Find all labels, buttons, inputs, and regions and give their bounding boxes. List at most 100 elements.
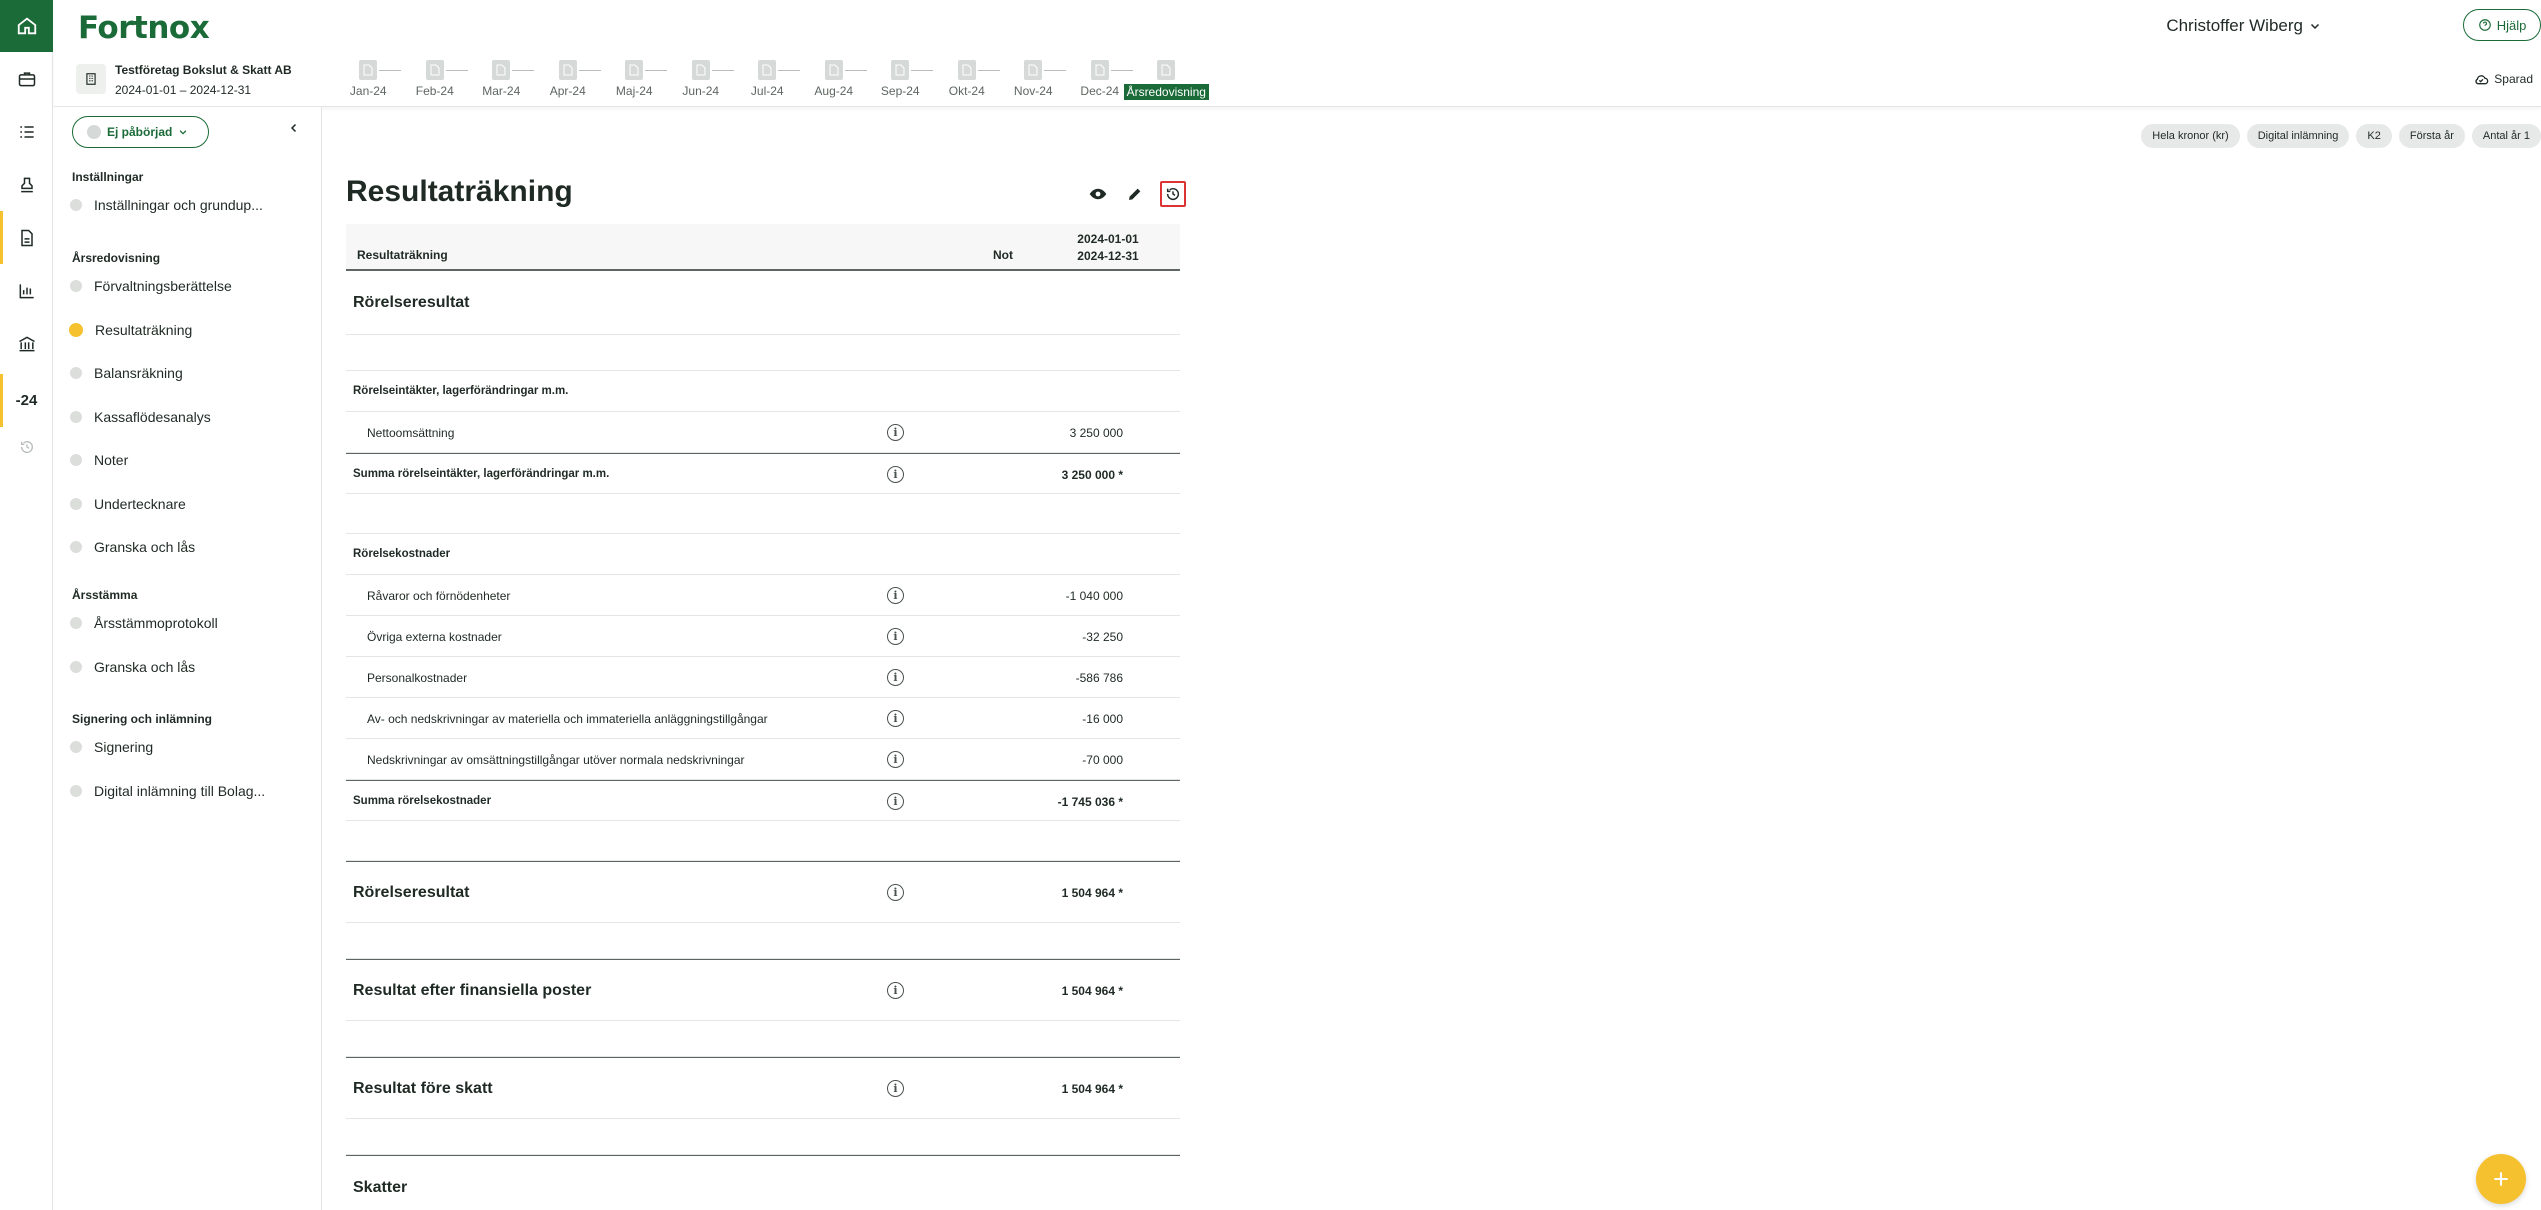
table-row[interactable]: Rörelseresultat i 1 504 964 * xyxy=(346,861,1180,923)
info-icon[interactable]: i xyxy=(887,884,904,901)
month-label: Maj-24 xyxy=(615,84,653,98)
month-6[interactable]: Jul-24 xyxy=(734,60,801,98)
info-icon[interactable]: i xyxy=(887,982,904,999)
sidebar-item[interactable]: Förvaltningsberättelse xyxy=(68,276,232,296)
rail-list[interactable] xyxy=(0,105,53,158)
table-row[interactable]: Nedskrivningar av omsättningstillgångar … xyxy=(346,739,1180,780)
table-row xyxy=(346,1021,1180,1057)
month-2[interactable]: Mar-24 xyxy=(468,60,535,98)
report-toolbar xyxy=(1086,181,1186,207)
month-1[interactable]: Feb-24 xyxy=(402,60,469,98)
table-row[interactable]: Personalkostnader i -586 786 xyxy=(346,657,1180,698)
briefcase-icon xyxy=(18,71,35,86)
info-icon[interactable]: i xyxy=(887,668,904,686)
info-icon[interactable]: i xyxy=(887,423,904,441)
rail-stamp[interactable] xyxy=(0,158,53,211)
sidebar-item[interactable]: Årsstämmoprotokoll xyxy=(68,613,218,633)
info-icon[interactable]: i xyxy=(887,750,904,768)
table-row[interactable]: Av- och nedskrivningar av materiella och… xyxy=(346,698,1180,739)
month-doc-icon xyxy=(758,60,777,80)
help-button[interactable]: Hjälp xyxy=(2463,9,2541,41)
month-10[interactable]: Nov-24 xyxy=(1000,60,1067,98)
rail-chart[interactable] xyxy=(0,264,53,317)
table-row[interactable]: Råvaror och förnödenheter i -1 040 000 xyxy=(346,575,1180,616)
table-row[interactable]: Summa rörelsekostnader i -1 745 036 * xyxy=(346,780,1180,821)
building-icon xyxy=(86,73,96,85)
status-bullet-icon xyxy=(70,280,82,292)
row-label: Av- och nedskrivningar av materiella och… xyxy=(367,711,768,726)
sidebar-item[interactable]: Digital inlämning till Bolag... xyxy=(68,781,265,801)
row-label: Skatter xyxy=(353,1179,408,1196)
row-label: Rörelseresultat xyxy=(353,884,470,901)
month-8[interactable]: Sep-24 xyxy=(867,60,934,98)
settings-tag[interactable]: Antal år 1 xyxy=(2471,124,2541,148)
sidebar-item-label: Granska och lås xyxy=(94,539,196,555)
settings-tag[interactable]: Hela kronor (kr) xyxy=(2141,124,2240,148)
status-dropdown[interactable]: Ej påbörjad xyxy=(72,116,209,148)
month-5[interactable]: Jun-24 xyxy=(668,60,735,98)
rail-bank[interactable] xyxy=(0,317,53,370)
month-3[interactable]: Apr-24 xyxy=(535,60,602,98)
sidebar-item[interactable]: Granska och lås xyxy=(68,657,195,677)
table-row[interactable]: Resultat före skatt i 1 504 964 * xyxy=(346,1057,1180,1119)
edit-button[interactable] xyxy=(1123,182,1147,206)
month-0[interactable]: Jan-24 xyxy=(335,60,402,98)
table-row[interactable]: Rörelseresultat xyxy=(346,271,1180,335)
row-value: 1 504 964 * xyxy=(1061,886,1123,900)
history-button[interactable] xyxy=(1160,181,1186,207)
fortnox-logo[interactable]: Fortnox xyxy=(78,10,210,46)
month-12[interactable]: Årsredovisning xyxy=(1123,60,1209,100)
saved-label: Sparad xyxy=(2494,72,2533,86)
month-connector xyxy=(1110,70,1133,71)
month-connector xyxy=(1044,70,1066,71)
company-button[interactable] xyxy=(76,64,106,94)
month-9[interactable]: Okt-24 xyxy=(934,60,1001,98)
help-icon xyxy=(2478,19,2491,31)
table-row[interactable]: Summa rörelseintäkter, lagerförändringar… xyxy=(346,453,1180,494)
home-button[interactable] xyxy=(0,0,53,52)
table-row[interactable]: Övriga externa kostnader i -32 250 xyxy=(346,616,1180,657)
sidebar-item[interactable]: Kassaflödesanalys xyxy=(68,407,211,427)
row-label: Råvaror och förnödenheter xyxy=(367,588,511,603)
month-label: Aug-24 xyxy=(814,84,854,98)
add-button[interactable] xyxy=(2476,1154,2526,1204)
settings-tag[interactable]: Första år xyxy=(2398,124,2465,148)
sidebar-item[interactable]: Balansräkning xyxy=(68,363,183,383)
settings-tag[interactable]: Digital inlämning xyxy=(2246,124,2350,148)
sidebar-item[interactable]: Inställningar och grundup... xyxy=(68,195,263,215)
table-row[interactable]: Nettoomsättning i 3 250 000 xyxy=(346,412,1180,453)
table-row[interactable]: Resultat efter finansiella poster i 1 504 … xyxy=(346,959,1180,1021)
sidebar-item[interactable]: Granska och lås xyxy=(68,537,195,557)
month-4[interactable]: Maj-24 xyxy=(601,60,668,98)
header-note: Not xyxy=(993,248,1013,262)
row-label: Resultat före skatt xyxy=(353,1080,493,1097)
rail-annual-report[interactable] xyxy=(0,211,53,264)
info-icon[interactable]: i xyxy=(887,1080,904,1097)
user-menu[interactable]: Christoffer Wiberg xyxy=(2166,16,2321,36)
settings-tag[interactable]: K2 xyxy=(2356,124,2392,148)
row-label: Rörelseintäkter, lagerförändringar m.m. xyxy=(353,384,569,397)
table-row[interactable]: Rörelseintäkter, lagerförändringar m.m. xyxy=(346,371,1180,412)
table-row[interactable]: Rörelsekostnader xyxy=(346,534,1180,575)
table-row[interactable]: Skatter xyxy=(346,1155,1180,1210)
sidebar-item[interactable]: Resultaträkning xyxy=(68,320,192,340)
collapse-sidebar-button[interactable] xyxy=(288,121,300,139)
sidebar-item[interactable]: Signering xyxy=(68,737,153,757)
sidebar-item[interactable]: Undertecknare xyxy=(68,494,186,514)
row-label: Summa rörelsekostnader xyxy=(353,794,492,807)
preview-button[interactable] xyxy=(1086,182,1110,206)
rail-year[interactable]: -24 xyxy=(0,374,53,427)
table-row xyxy=(346,1119,1180,1155)
rail-history[interactable] xyxy=(0,427,53,467)
rail-briefcase[interactable] xyxy=(0,52,53,105)
sidebar-item[interactable]: Noter xyxy=(68,450,128,470)
info-icon[interactable]: i xyxy=(887,586,904,604)
info-icon[interactable]: i xyxy=(887,709,904,727)
info-icon[interactable]: i xyxy=(887,465,904,483)
checklist-icon xyxy=(19,125,34,138)
month-7[interactable]: Aug-24 xyxy=(801,60,868,98)
month-doc-icon xyxy=(359,60,378,80)
info-icon[interactable]: i xyxy=(887,792,904,810)
info-icon[interactable]: i xyxy=(887,627,904,645)
sidebar-item-label: Digital inlämning till Bolag... xyxy=(94,782,266,799)
